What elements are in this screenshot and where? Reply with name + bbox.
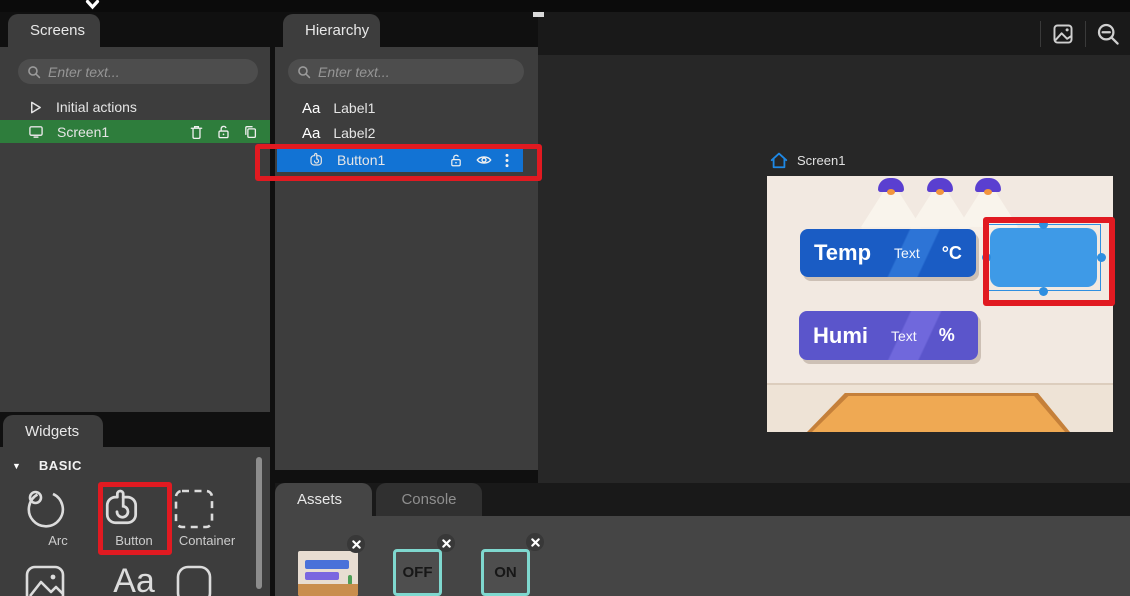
remove-asset-icon[interactable]: [437, 534, 455, 552]
widget-label[interactable]: Aa: [99, 559, 169, 596]
tab-widgets-label: Widgets: [25, 423, 79, 440]
widget-button[interactable]: Button: [99, 487, 169, 548]
asset-on-text: ON: [494, 564, 517, 581]
tab-console-label: Console: [401, 491, 456, 508]
visibility-eye-icon[interactable]: [476, 153, 492, 167]
asset-on-image[interactable]: ON: [481, 549, 530, 596]
play-icon: [28, 100, 43, 115]
button1-name: Button1: [337, 152, 385, 168]
resize-handle-right[interactable]: [1097, 253, 1106, 262]
temp-unit: °C: [942, 243, 962, 264]
humi-unit: %: [939, 325, 955, 346]
more-options-icon[interactable]: [505, 153, 509, 168]
initial-actions-label: Initial actions: [56, 99, 137, 115]
remove-asset-icon[interactable]: [526, 533, 544, 551]
screens-search[interactable]: [18, 59, 258, 84]
asset-off-text: OFF: [403, 564, 433, 581]
label-type-icon: Aa: [302, 125, 320, 142]
asset-background-image[interactable]: [298, 551, 358, 596]
label-type-icon: Aa: [302, 100, 320, 117]
button-widget-icon: [99, 487, 169, 531]
temp-title: Temp: [814, 240, 871, 266]
search-icon: [297, 65, 311, 79]
widgets-panel: ▼ BASIC Arc Button Container: [0, 447, 270, 596]
toolbar-divider: [1085, 21, 1086, 47]
mini-graphic: [305, 560, 349, 569]
mini-graphic: [305, 572, 339, 580]
button-type-icon: [308, 152, 324, 168]
tab-hierarchy-label: Hierarchy: [305, 22, 369, 39]
asset-off-image[interactable]: OFF: [393, 549, 442, 596]
hierarchy-panel: Aa Label1 Aa Label2 Button1: [275, 47, 538, 470]
delete-icon[interactable]: [189, 124, 204, 140]
preview-table-graphic: [807, 393, 1070, 432]
widget-container-label: Container: [172, 533, 242, 548]
canvas-screen-name: Screen1: [797, 153, 845, 168]
tab-screens-label: Screens: [30, 22, 85, 39]
container-widget-icon: [172, 487, 242, 531]
screen-preview[interactable]: Temp Text °C Humi Text %: [767, 176, 1113, 432]
hierarchy-search-input[interactable]: [318, 64, 515, 80]
tab-hierarchy[interactable]: Hierarchy: [283, 14, 380, 47]
duplicate-icon[interactable]: [243, 124, 258, 140]
humi-value-label: Text: [891, 328, 917, 344]
hierarchy-item-label2[interactable]: Aa Label2: [275, 121, 538, 145]
widget-arc[interactable]: Arc: [23, 487, 93, 548]
screens-panel: Initial actions Screen1: [0, 47, 270, 412]
temp-value-label: Text: [894, 245, 920, 261]
widget-arc-label: Arc: [23, 533, 93, 548]
canvas-toolbar: [538, 12, 1130, 55]
screen1-item[interactable]: Screen1: [0, 120, 270, 143]
humi-title: Humi: [813, 323, 868, 349]
hierarchy-item-label1[interactable]: Aa Label1: [275, 96, 538, 120]
panel-widget-icon: [172, 563, 242, 596]
tab-assets[interactable]: Assets: [275, 483, 372, 516]
widget-image[interactable]: [23, 563, 93, 596]
screen1-label: Screen1: [57, 124, 109, 140]
collapse-triangle-icon: ▼: [12, 461, 21, 471]
button1-on-canvas[interactable]: [990, 228, 1097, 287]
top-bar: [0, 0, 1130, 12]
arc-widget-icon: [23, 487, 93, 531]
remove-asset-icon[interactable]: [347, 535, 365, 553]
chevron-down-icon[interactable]: [85, 0, 100, 11]
scrollbar-fragment[interactable]: [533, 12, 544, 17]
tab-widgets[interactable]: Widgets: [3, 415, 103, 447]
label1-name: Label1: [333, 100, 375, 116]
widget-button-label: Button: [99, 533, 169, 548]
mini-graphic: [298, 584, 358, 596]
widget-panel[interactable]: [172, 563, 242, 596]
resize-handle-top[interactable]: [1039, 220, 1048, 229]
temp-widget[interactable]: Temp Text °C: [800, 229, 976, 277]
initial-actions-item[interactable]: Initial actions: [0, 95, 270, 119]
humi-widget[interactable]: Humi Text %: [799, 311, 978, 360]
hierarchy-item-button1[interactable]: Button1: [277, 148, 523, 172]
screens-search-input[interactable]: [48, 64, 249, 80]
unlock-icon[interactable]: [216, 124, 231, 140]
label-widget-icon: Aa: [113, 562, 155, 596]
image-widget-icon: [23, 563, 93, 596]
hierarchy-search[interactable]: [288, 59, 524, 84]
resize-handle-left[interactable]: [982, 253, 991, 262]
search-icon: [27, 65, 41, 79]
canvas-screen-header: Screen1: [770, 152, 845, 169]
basic-section-label: BASIC: [39, 458, 82, 473]
basic-section-header[interactable]: ▼ BASIC: [12, 458, 82, 473]
screen-icon: [28, 124, 44, 139]
assets-panel: OFF ON: [275, 516, 1130, 596]
zoom-out-icon[interactable]: [1095, 21, 1121, 47]
background-image-icon[interactable]: [1050, 21, 1076, 47]
tab-screens[interactable]: Screens: [8, 14, 100, 47]
toolbar-divider: [1040, 21, 1041, 47]
widgets-scrollbar[interactable]: [256, 457, 262, 589]
label2-name: Label2: [333, 125, 375, 141]
unlock-icon[interactable]: [449, 153, 463, 168]
home-icon[interactable]: [770, 152, 788, 169]
resize-handle-bottom[interactable]: [1039, 287, 1048, 296]
widget-container[interactable]: Container: [172, 487, 242, 548]
tab-console[interactable]: Console: [376, 483, 482, 516]
tab-assets-label: Assets: [297, 491, 342, 508]
